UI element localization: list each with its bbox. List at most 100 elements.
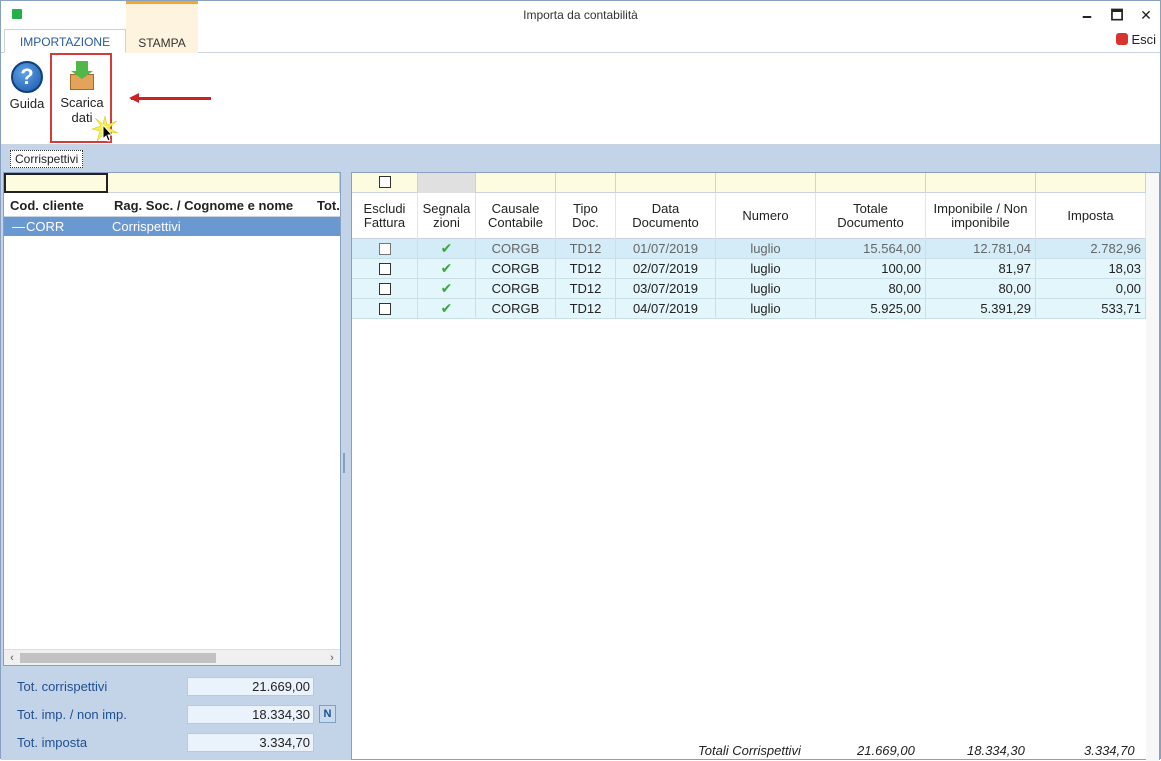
documenti-panel: Escludi Fattura Segnala zioni Causale Conta… xyxy=(351,172,1160,761)
imposta-cell: 0,00 xyxy=(1036,279,1146,299)
filter-imposta-input[interactable] xyxy=(1036,173,1146,193)
col-tot[interactable]: Tot. xyxy=(317,198,340,213)
totali-row: Totali Corrispettivi 21.669,00 18.334,30… xyxy=(352,741,1159,759)
escludi-checkbox-cell[interactable] xyxy=(352,299,418,319)
table-row[interactable]: ✔ CORGB TD12 04/07/2019 luglio 5.925,00 … xyxy=(352,299,1146,319)
filter-data-input[interactable] xyxy=(616,173,716,193)
escludi-checkbox[interactable] xyxy=(378,263,391,275)
col-numero[interactable]: Numero xyxy=(716,193,816,239)
select-all-checkbox[interactable] xyxy=(378,176,391,188)
check-icon: ✔ xyxy=(440,280,453,296)
cursor-icon xyxy=(91,115,119,143)
col-imposta[interactable]: Imposta xyxy=(1036,193,1146,239)
totali-imponibile: 18.334,30 xyxy=(967,743,1025,758)
filter-totale-input[interactable] xyxy=(816,173,926,193)
row-rag-value: Corrispettivi xyxy=(112,219,181,234)
filter-cod-input[interactable] xyxy=(4,173,108,193)
data-cell: 04/07/2019 xyxy=(616,299,716,319)
scroll-right-icon[interactable]: › xyxy=(324,650,340,666)
filter-causale-input[interactable] xyxy=(476,173,556,193)
data-cell: 03/07/2019 xyxy=(616,279,716,299)
imponibile-cell: 81,97 xyxy=(926,259,1036,279)
filter-row xyxy=(4,173,340,193)
col-escludi-line1: Escludi xyxy=(363,201,406,216)
tipo-cell: TD12 xyxy=(556,279,616,299)
segnalazione-cell: ✔ xyxy=(418,299,476,319)
escludi-checkbox-cell[interactable] xyxy=(352,279,418,299)
col-imponibile-line2: imponibile xyxy=(951,215,1010,230)
segnalazione-cell: ✔ xyxy=(418,279,476,299)
filter-segnalazioni xyxy=(418,173,476,193)
col-imponibile[interactable]: Imponibile / Non imponibile xyxy=(926,193,1036,239)
totali-totale: 21.669,00 xyxy=(857,743,915,758)
tot-imposta-label: Tot. imposta xyxy=(17,735,88,750)
filter-imponibile-input[interactable] xyxy=(926,173,1036,193)
imposta-cell: 533,71 xyxy=(1036,299,1146,319)
col-rag-soc[interactable]: Rag. Soc. / Cognome e nome xyxy=(114,198,314,213)
col-imponibile-line1: Imponibile / Non xyxy=(933,201,1028,216)
filter-rag-input[interactable] xyxy=(108,173,340,193)
col-causale-line2: Contabile xyxy=(488,215,543,230)
panel-splitter[interactable] xyxy=(342,145,351,760)
tab-importazione[interactable]: IMPORTAZIONE xyxy=(4,29,126,53)
col-segnala-line1: Segnala xyxy=(422,201,471,216)
col-data-line1: Data xyxy=(651,201,680,216)
tipo-cell: TD12 xyxy=(556,259,616,279)
horizontal-scrollbar[interactable]: ‹ › xyxy=(4,649,340,665)
imponibile-cell: 80,00 xyxy=(926,279,1036,299)
imposta-cell: 18,03 xyxy=(1036,259,1146,279)
escludi-checkbox[interactable] xyxy=(378,303,391,315)
table-row[interactable]: — CORR Corrispettivi xyxy=(4,217,340,236)
content-area: Corrispettivi Cod. cliente Rag. Soc. / C… xyxy=(1,145,1160,761)
filter-numero-input[interactable] xyxy=(716,173,816,193)
ribbon-tabs: IMPORTAZIONE STAMPA Esci xyxy=(1,1,1160,53)
table-row[interactable]: ✔ CORGB TD12 03/07/2019 luglio 80,00 80,… xyxy=(352,279,1146,299)
escludi-checkbox-cell[interactable] xyxy=(352,239,418,259)
table-row[interactable]: ✔ CORGB TD12 01/07/2019 luglio 15.564,00… xyxy=(352,239,1146,259)
vertical-scrollbar[interactable] xyxy=(1146,173,1159,761)
esci-button[interactable]: Esci xyxy=(1116,32,1156,47)
data-cell: 01/07/2019 xyxy=(616,239,716,259)
scroll-left-icon[interactable]: ‹ xyxy=(4,650,20,666)
col-segnala-line2: zioni xyxy=(433,215,460,230)
filter-tipo-input[interactable] xyxy=(556,173,616,193)
totale-cell: 100,00 xyxy=(816,259,926,279)
n-badge[interactable]: N xyxy=(319,705,336,723)
check-icon: ✔ xyxy=(440,300,453,316)
splitter-grip-icon[interactable] xyxy=(343,453,350,473)
col-escludi-fattura[interactable]: Escludi Fattura xyxy=(352,193,418,239)
escludi-checkbox-cell[interactable] xyxy=(352,259,418,279)
row-cod-value: CORR xyxy=(26,219,65,234)
causale-cell: CORGB xyxy=(476,299,556,319)
col-data-documento[interactable]: Data Documento xyxy=(616,193,716,239)
escludi-checkbox[interactable] xyxy=(378,243,391,255)
imponibile-cell: 12.781,04 xyxy=(926,239,1036,259)
minimize-button[interactable]: 🗕 xyxy=(1072,4,1102,26)
close-button[interactable]: ✕ xyxy=(1131,4,1161,26)
app-window: Importa da contabilità 🗕 🗖 ✕ IMPORTAZION… xyxy=(0,0,1161,761)
table-row[interactable]: ✔ CORGB TD12 02/07/2019 luglio 100,00 81… xyxy=(352,259,1146,279)
help-icon: ? xyxy=(11,61,43,93)
tab-corrispettivi[interactable]: Corrispettivi xyxy=(10,150,84,168)
tot-imposta-field: 3.334,70 xyxy=(187,733,314,752)
maximize-button[interactable]: 🗖 xyxy=(1102,4,1132,26)
tot-corrispettivi-field: 21.669,00 xyxy=(187,677,314,696)
causale-cell: CORGB xyxy=(476,279,556,299)
scroll-thumb[interactable] xyxy=(20,653,216,663)
select-all-cell[interactable] xyxy=(352,173,418,193)
tab-stampa[interactable]: STAMPA xyxy=(126,1,198,53)
escludi-checkbox[interactable] xyxy=(378,283,391,295)
col-tipo-doc[interactable]: Tipo Doc. xyxy=(556,193,616,239)
annotation-arrow xyxy=(131,97,211,100)
col-segnalazioni[interactable]: Segnala zioni xyxy=(418,193,476,239)
tipo-cell: TD12 xyxy=(556,299,616,319)
col-totale-documento[interactable]: Totale Documento xyxy=(816,193,926,239)
row-cod: — xyxy=(12,219,25,234)
col-cod-cliente[interactable]: Cod. cliente xyxy=(10,198,108,213)
guida-label: Guida xyxy=(9,96,45,111)
guida-button[interactable]: ? Guida xyxy=(7,61,47,111)
col-totale-line2: Documento xyxy=(837,215,904,230)
exit-icon xyxy=(1116,33,1129,45)
col-causale[interactable]: Causale Contabile xyxy=(476,193,556,239)
tot-imp-field: 18.334,30 xyxy=(187,705,314,724)
